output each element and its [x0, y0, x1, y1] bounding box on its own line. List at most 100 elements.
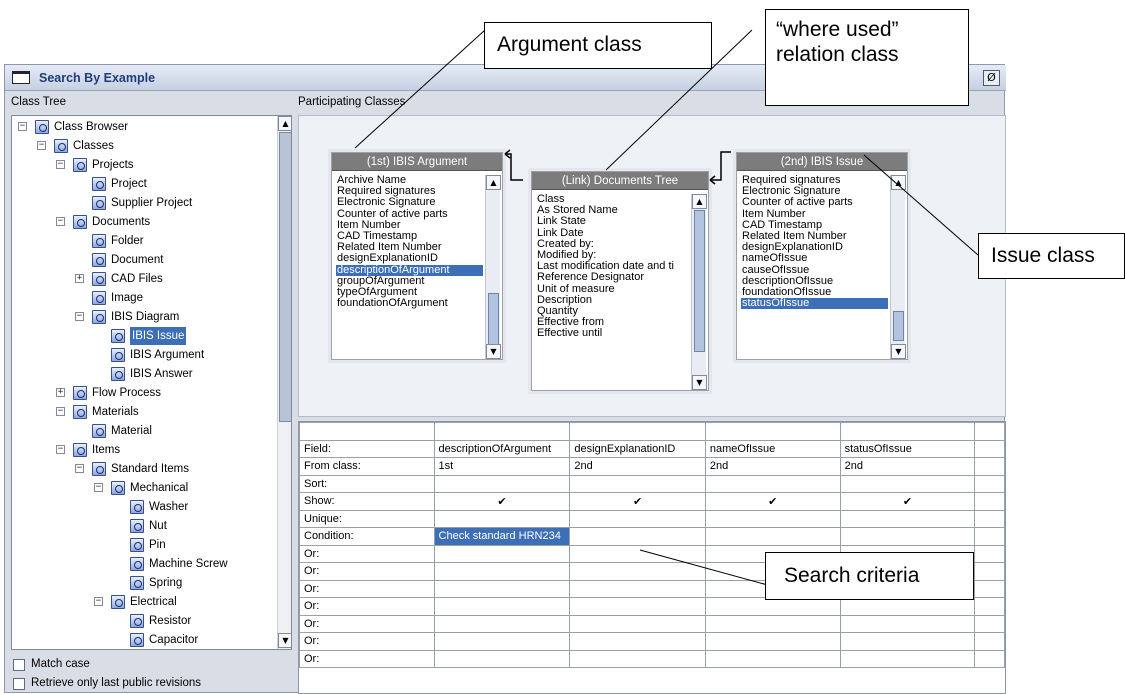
grid-cell[interactable]: statusOfIssue [839, 439, 976, 458]
grid-cell[interactable] [974, 509, 1005, 528]
grid-row-label: Or: [299, 649, 435, 668]
grid-row: Unique: [299, 509, 1005, 528]
grid-header-cell[interactable] [974, 422, 1005, 441]
grid-cell[interactable] [839, 509, 976, 528]
grid-cell[interactable] [974, 649, 1005, 668]
window-control-button[interactable]: Ø [983, 70, 1000, 86]
grid-cell[interactable] [839, 649, 976, 668]
class-tree[interactable]: − Class Browser − Classes − Projects Project Su… [11, 115, 292, 650]
grid-cell[interactable] [433, 562, 571, 581]
grid-header-cell[interactable] [704, 422, 841, 441]
grid-cell[interactable] [839, 527, 976, 546]
grid-cell[interactable] [433, 544, 571, 563]
grid-cell[interactable] [974, 579, 1005, 598]
grid-row-label: Or: [299, 544, 435, 563]
match-case-checkbox[interactable] [13, 659, 25, 671]
grid-cell[interactable]: 2nd [569, 457, 706, 476]
expand-icon[interactable]: + [75, 274, 84, 283]
collapse-icon[interactable]: − [94, 597, 103, 606]
grid-cell[interactable] [974, 457, 1005, 476]
where-used-line-1: “where used” [776, 18, 899, 41]
grid-cell[interactable] [569, 614, 706, 633]
grid-row: From class: 1st 2nd 2nd 2nd [299, 457, 1005, 476]
grid-cell[interactable] [974, 597, 1005, 616]
grid-row-label: Or: [299, 632, 435, 651]
show-check-icon[interactable]: ✔ [569, 492, 706, 511]
grid-cell[interactable] [839, 474, 976, 493]
grid-cell[interactable] [704, 527, 841, 546]
grid-cell[interactable]: nameOfIssue [704, 439, 841, 458]
tree-node-label: IBIS Argument [130, 349, 205, 361]
show-check-icon[interactable]: ✔ [433, 492, 571, 511]
retrieve-only-checkbox[interactable] [13, 678, 25, 690]
grid-cell[interactable] [433, 649, 571, 668]
scroll-up-icon[interactable]: ▲ [278, 116, 291, 131]
grid-cell[interactable] [569, 649, 706, 668]
grid-cell[interactable] [974, 439, 1005, 458]
class-icon [130, 576, 144, 590]
collapse-icon[interactable]: − [56, 407, 65, 416]
grid-cell[interactable]: designExplanationID [569, 439, 706, 458]
grid-cell[interactable] [704, 509, 841, 528]
collapse-icon[interactable]: − [56, 160, 65, 169]
grid-cell[interactable] [974, 614, 1005, 633]
grid-cell[interactable] [974, 527, 1005, 546]
grid-cell[interactable] [433, 474, 571, 493]
show-check-icon[interactable]: ✔ [839, 492, 976, 511]
collapse-icon[interactable]: − [75, 312, 84, 321]
grid-cell[interactable] [974, 492, 1005, 511]
tree-node-label: Projects [92, 159, 134, 171]
tree-scrollbar[interactable]: ▲ ▼ [277, 116, 291, 649]
grid-cell[interactable] [433, 509, 571, 528]
collapse-icon[interactable]: − [56, 217, 65, 226]
collapse-icon[interactable]: − [18, 122, 27, 131]
grid-cell[interactable] [704, 597, 841, 616]
grid-cell[interactable]: 2nd [704, 457, 841, 476]
grid-cell[interactable] [839, 597, 976, 616]
collapse-icon[interactable]: − [56, 445, 65, 454]
grid-cell[interactable]: 1st [433, 457, 571, 476]
grid-cell[interactable] [569, 562, 706, 581]
grid-cell[interactable] [839, 632, 976, 651]
grid-header-cell[interactable] [839, 422, 976, 441]
grid-cell[interactable] [569, 527, 706, 546]
grid-cell[interactable]: descriptionOfArgument [433, 439, 571, 458]
grid-cell[interactable] [704, 649, 841, 668]
grid-cell[interactable] [569, 632, 706, 651]
condition-input[interactable]: Check standard HRN234 [433, 527, 571, 546]
grid-cell[interactable] [974, 632, 1005, 651]
grid-header-cell[interactable] [299, 422, 435, 441]
grid-cell[interactable] [974, 562, 1005, 581]
grid-cell[interactable] [704, 614, 841, 633]
grid-row-label: Unique: [299, 509, 435, 528]
grid-cell[interactable] [704, 632, 841, 651]
grid-header-row [299, 422, 1005, 441]
grid-cell[interactable] [974, 474, 1005, 493]
collapse-icon[interactable]: − [75, 464, 84, 473]
grid-cell[interactable] [569, 474, 706, 493]
grid-cell[interactable] [569, 509, 706, 528]
collapse-icon[interactable]: − [37, 141, 46, 150]
grid-cell[interactable] [839, 614, 976, 633]
class-icon [73, 215, 87, 229]
grid-cell[interactable] [974, 544, 1005, 563]
grid-row: Condition: Check standard HRN234 [299, 527, 1005, 546]
grid-cell[interactable] [433, 579, 571, 598]
scroll-thumb[interactable] [279, 132, 291, 422]
grid-cell[interactable] [569, 544, 706, 563]
grid-cell[interactable] [704, 474, 841, 493]
expand-icon[interactable]: + [56, 388, 65, 397]
grid-cell[interactable]: 2nd [839, 457, 976, 476]
tree-node-label: Document [111, 254, 164, 266]
class-icon [130, 557, 144, 571]
grid-cell[interactable] [569, 579, 706, 598]
grid-cell[interactable] [433, 632, 571, 651]
grid-header-cell[interactable] [569, 422, 706, 441]
show-check-icon[interactable]: ✔ [704, 492, 841, 511]
grid-header-cell[interactable] [433, 422, 571, 441]
collapse-icon[interactable]: − [94, 483, 103, 492]
grid-cell[interactable] [433, 597, 571, 616]
grid-cell[interactable] [569, 597, 706, 616]
grid-cell[interactable] [433, 614, 571, 633]
scroll-down-icon[interactable]: ▼ [278, 633, 291, 648]
